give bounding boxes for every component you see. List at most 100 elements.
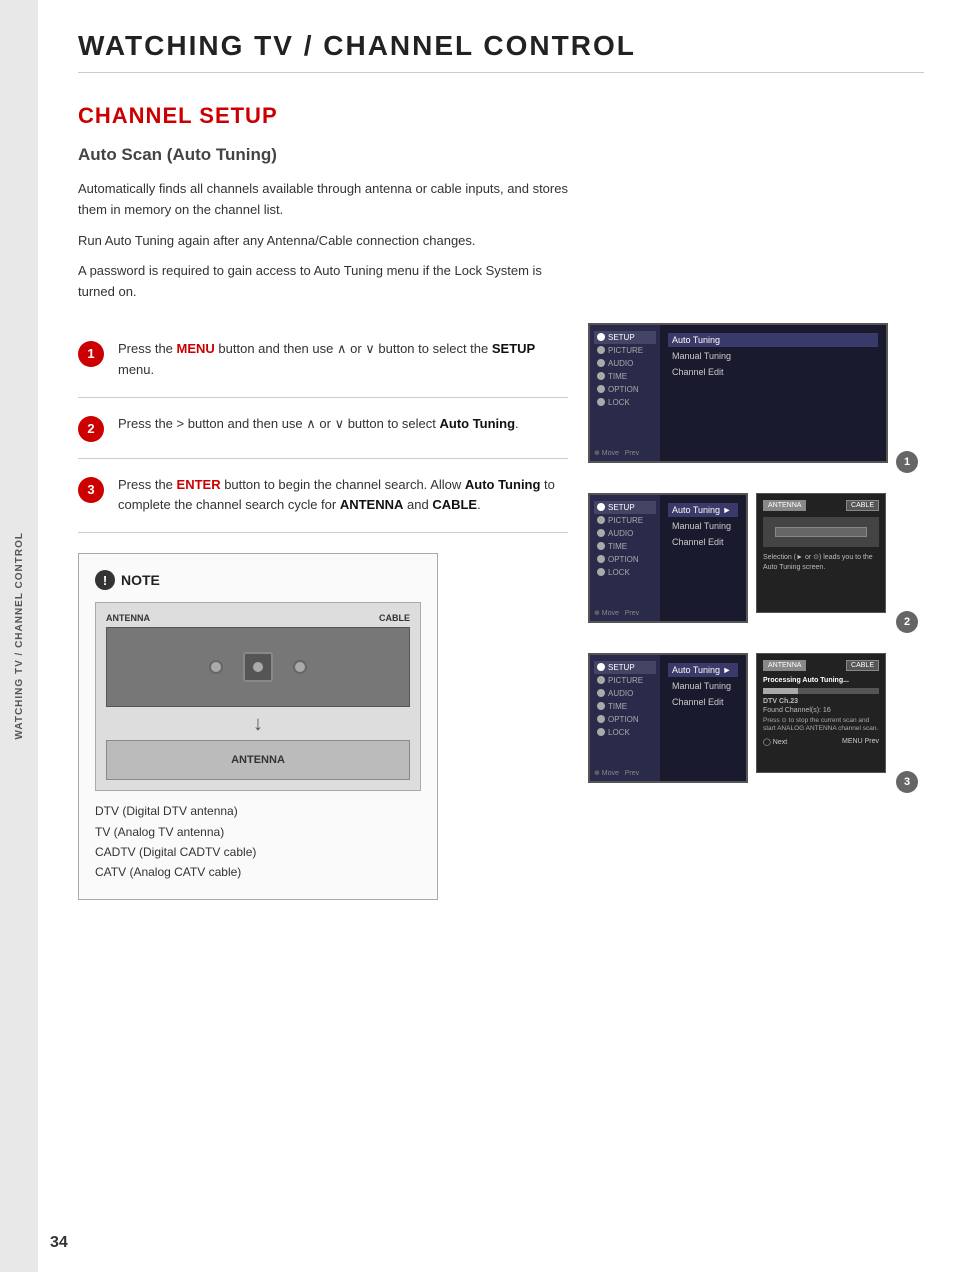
screen-2-footer: ⊕ Move Prev [594,609,639,617]
screen-3-wrapper: SETUP PICTURE AUDIO [588,653,908,783]
lock-icon [597,398,605,406]
step-2-circle: 2 [78,416,104,442]
screen-2-sidebar: SETUP PICTURE AUDIO [590,495,660,621]
subsection-title: Auto Scan (Auto Tuning) [78,145,924,165]
progress-bar-fill [763,688,798,694]
page-number: 34 [50,1234,68,1252]
antenna-label: ANTENNA [106,613,150,623]
screen-1-wrapper: SETUP PICTURE AUDIO TIME [588,323,908,463]
lock-icon-2 [597,568,605,576]
screen-3-option: OPTION [594,713,656,726]
screen-3-extension: ANTENNA CABLE Processing Auto Tuning... … [756,653,886,773]
tv-diagram: ANTENNA CABLE [95,602,421,791]
step-3-antenna: ANTENNA [340,497,404,512]
right-column: SETUP PICTURE AUDIO TIME [588,323,908,900]
screen-2-setup: SETUP [594,501,656,514]
step-2-text: Press the > button and then use ∧ or ∨ b… [118,414,568,435]
next-btn: ◯ Next [763,738,787,746]
screen-2-badge: 2 [896,611,918,633]
ext-preview-2 [763,517,879,547]
note-items-list: DTV (Digital DTV antenna) TV (Analog TV … [95,801,421,883]
picture-icon-3 [597,676,605,684]
screen-3-autotuning: Auto Tuning ► [668,663,738,677]
cable-badge-3: CABLE [846,660,879,671]
setup-icon-2 [597,503,605,511]
step-3-enter-key: ENTER [177,477,221,492]
screen-2-picture: PICTURE [594,514,656,527]
screen-1-channeledit: Channel Edit [668,365,878,379]
screen-3-ext-header: ANTENNA CABLE [763,660,879,671]
screen-3-audio: AUDIO [594,687,656,700]
step-2-autotuning-key: Auto Tuning [439,416,515,431]
stop-text: Press ⊙ to stop the current scan and sta… [763,717,879,734]
section-title: CHANNEL SETUP [78,103,924,129]
page-title: WATCHING TV / CHANNEL CONTROL [78,30,924,73]
time-icon-3 [597,702,605,710]
note-box: ! NOTE ANTENNA CABLE [78,553,438,900]
step-1-text: Press the MENU button and then use ∧ or … [118,339,568,381]
sidebar-panel: WATCHING TV / CHANNEL CONTROL [0,0,38,1272]
note-label: NOTE [121,572,160,588]
screen-1-setup: SETUP [594,331,656,344]
sidebar-label: WATCHING TV / CHANNEL CONTROL [14,532,25,740]
screen-1-audio: AUDIO [594,357,656,370]
screen-1: SETUP PICTURE AUDIO TIME [588,323,888,463]
processing-text: Processing Auto Tuning... [763,677,879,684]
cable-label: CABLE [379,613,410,623]
screen-3-channeledit: Channel Edit [668,695,738,709]
ext-desc-2: Selection (► or ⊙) leads you to the Auto… [763,553,879,573]
antenna-box: ANTENNA [106,740,410,780]
screen-1-picture: PICTURE [594,344,656,357]
screen-2-main: Auto Tuning ► Manual Tuning Channel Edit [660,495,746,621]
time-icon [597,372,605,380]
arrow-down-icon: ↓ [106,713,410,736]
progress-bar [763,688,879,694]
screen-3-time: TIME [594,700,656,713]
audio-icon-2 [597,529,605,537]
picture-icon [597,346,605,354]
screen-1-main: Auto Tuning Manual Tuning Channel Edit [660,325,886,461]
screen-1-badge: 1 [896,451,918,473]
screen-2-audio: AUDIO [594,527,656,540]
menu-prev-btn: MENU Prev [842,738,879,746]
screen-2-wrapper: SETUP PICTURE AUDIO [588,493,908,623]
step-1: 1 Press the MENU button and then use ∧ o… [78,323,568,398]
time-icon-2 [597,542,605,550]
screen-1-manualtuning: Manual Tuning [668,349,878,363]
screen-1-autotuning: Auto Tuning [668,333,878,347]
screen-2-manualtuning: Manual Tuning [668,519,738,533]
screen-1-sidebar: SETUP PICTURE AUDIO TIME [590,325,660,461]
setup-icon [597,333,605,341]
screen-3-lock: LOCK [594,726,656,739]
note-title: ! NOTE [95,570,421,590]
screen-3-setup: SETUP [594,661,656,674]
step-3-circle: 3 [78,477,104,503]
step-3: 3 Press the ENTER button to begin the ch… [78,459,568,534]
screen-2-layout: SETUP PICTURE AUDIO [588,493,908,623]
option-icon [597,385,605,393]
note-icon: ! [95,570,115,590]
note-item-3: CADTV (Digital CADTV cable) [95,842,421,862]
intro-para1: Automatically finds all channels availab… [78,179,578,221]
picture-icon-2 [597,516,605,524]
note-item-1: DTV (Digital DTV antenna) [95,801,421,821]
screen-1-lock: LOCK [594,396,656,409]
step-1-setup-key: SETUP [492,341,535,356]
option-icon-3 [597,715,605,723]
screen-2-ext-header: ANTENNA CABLE [763,500,879,511]
note-item-4: CATV (Analog CATV cable) [95,862,421,882]
left-column: 1 Press the MENU button and then use ∧ o… [78,323,568,900]
screen-2-autotuning: Auto Tuning ► [668,503,738,517]
screen-1-option: OPTION [594,383,656,396]
step-2: 2 Press the > button and then use ∧ or ∨… [78,398,568,459]
found-channels: Found Channel(s): 16 [763,707,879,714]
screen-2-extension: ANTENNA CABLE Selection (► or ⊙) leads y… [756,493,886,613]
audio-icon-3 [597,689,605,697]
content-columns: 1 Press the MENU button and then use ∧ o… [78,323,924,900]
bottom-nav-3: ◯ Next MENU Prev [763,738,879,746]
screen-3-main: Auto Tuning ► Manual Tuning Channel Edit [660,655,746,781]
setup-icon-3 [597,663,605,671]
screen-3-manualtuning: Manual Tuning [668,679,738,693]
screen-3-footer: ⊕ Move Prev [594,769,639,777]
screen-2-time: TIME [594,540,656,553]
